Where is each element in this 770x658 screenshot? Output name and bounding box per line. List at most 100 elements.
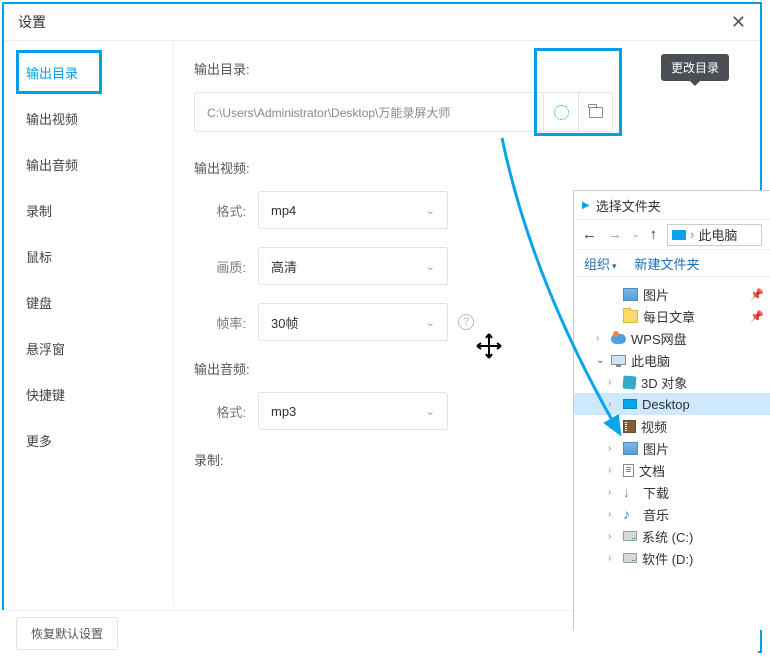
open-dir-button[interactable] <box>544 93 578 131</box>
tree-item-10[interactable]: › ♪ 音乐 <box>574 503 770 525</box>
tree-item-label: Desktop <box>642 397 690 412</box>
tree-item-5[interactable]: › Desktop <box>574 393 770 415</box>
expand-icon[interactable]: ⌄ <box>596 355 606 366</box>
tree-item-label: 文档 <box>639 461 665 480</box>
expand-icon[interactable]: › <box>608 553 618 564</box>
sidebar-item-3[interactable]: 录制 <box>4 187 173 233</box>
tree-item-label: 每日文章 <box>643 307 695 326</box>
nav-back-icon[interactable]: ← <box>582 226 597 243</box>
sidebar-item-4[interactable]: 鼠标 <box>4 233 173 279</box>
play-icon: ▶ <box>582 200 590 211</box>
sidebar-item-1[interactable]: 输出视频 <box>4 95 173 141</box>
tree-item-11[interactable]: › 系统 (C:) <box>574 525 770 547</box>
new-folder-button[interactable]: 新建文件夹 <box>635 254 700 273</box>
tree-item-label: 图片 <box>643 439 669 458</box>
sidebar-item-5[interactable]: 键盘 <box>4 279 173 325</box>
picker-title: 选择文件夹 <box>596 196 661 215</box>
pin-icon: 📌 <box>750 310 764 323</box>
expand-icon[interactable]: › <box>608 487 618 498</box>
expand-icon[interactable]: › <box>608 377 618 388</box>
ic-mus-icon: ♪ <box>623 508 638 521</box>
folder-picker-window: ▶ 选择文件夹 ← → ⌄ ↑ › 此电脑 组织▾ 新建文件夹 图片 📌 每日文章 📌… <box>573 190 770 630</box>
video-fps-select[interactable]: 30帧⌄ <box>258 303 448 341</box>
change-dir-tooltip: 更改目录 <box>661 54 729 81</box>
output-dir-input[interactable] <box>194 92 544 132</box>
address-bar[interactable]: › 此电脑 <box>667 224 762 246</box>
tree-item-3[interactable]: ⌄ 此电脑 <box>574 349 770 371</box>
pin-icon: 📌 <box>750 288 764 301</box>
nav-up-arrow-icon[interactable]: ↑ <box>650 226 658 243</box>
sidebar-item-6[interactable]: 悬浮窗 <box>4 325 173 371</box>
chevron-down-icon: ⌄ <box>426 405 435 418</box>
tree-item-9[interactable]: ›↓下载 <box>574 481 770 503</box>
tree-item-label: 3D 对象 <box>641 373 687 392</box>
folder-icon <box>589 107 603 118</box>
tree-item-7[interactable]: › 图片 <box>574 437 770 459</box>
expand-icon[interactable]: › <box>608 531 618 542</box>
video-quality-select[interactable]: 高清⌄ <box>258 247 448 285</box>
expand-icon[interactable]: › <box>596 333 606 344</box>
expand-icon[interactable]: › <box>608 399 618 410</box>
format-label: 格式: <box>194 201 246 220</box>
dotted-circle-icon <box>554 105 569 120</box>
pc-icon <box>672 230 686 240</box>
folder-tree: 图片 📌 每日文章 📌 › WPS网盘 ⌄ 此电脑 › 3D 对象 › Desktop › 视频 › 图片 › 文… <box>574 277 770 630</box>
title-bar: 设置 ✕ <box>4 4 760 40</box>
sidebar-item-2[interactable]: 输出音频 <box>4 141 173 187</box>
ic-cloud-icon <box>611 334 626 344</box>
output-video-label: 输出视频: <box>194 158 734 177</box>
video-format-select[interactable]: mp4⌄ <box>258 191 448 229</box>
organize-menu[interactable]: 组织▾ <box>584 254 617 273</box>
tree-item-6[interactable]: › 视频 <box>574 415 770 437</box>
picker-title-bar: ▶ 选择文件夹 <box>574 191 770 219</box>
ic-drv-icon <box>623 553 637 563</box>
tree-item-1[interactable]: 每日文章 📌 <box>574 305 770 327</box>
tree-item-12[interactable]: › 软件 (D:) <box>574 547 770 569</box>
quality-label: 画质: <box>194 257 246 276</box>
picker-toolbar: 组织▾ 新建文件夹 <box>574 249 770 277</box>
tree-item-8[interactable]: › 文档 <box>574 459 770 481</box>
ic-img-icon <box>623 442 638 455</box>
tree-item-label: 图片 <box>643 285 669 304</box>
sidebar-item-8[interactable]: 更多 <box>4 417 173 463</box>
sidebar: 输出目录输出视频输出音频录制鼠标键盘悬浮窗快捷键更多 <box>4 41 174 605</box>
tree-item-label: 音乐 <box>643 505 669 524</box>
audio-format-select[interactable]: mp3⌄ <box>258 392 448 430</box>
sidebar-item-0[interactable]: 输出目录 <box>4 49 173 95</box>
expand-icon[interactable]: › <box>608 421 618 432</box>
tree-item-0[interactable]: 图片 📌 <box>574 283 770 305</box>
ic-fold-icon <box>623 310 638 323</box>
ic-vid-icon <box>623 420 636 433</box>
expand-icon[interactable]: › <box>608 465 618 476</box>
tree-item-label: 下载 <box>643 483 669 502</box>
tree-item-label: 视频 <box>641 417 667 436</box>
tree-item-label: WPS网盘 <box>631 329 687 348</box>
output-dir-label: 输出目录: <box>194 59 734 78</box>
sidebar-item-7[interactable]: 快捷键 <box>4 371 173 417</box>
dialog-title: 设置 <box>18 12 46 32</box>
ic-img-icon <box>623 288 638 301</box>
reset-defaults-button[interactable]: 恢复默认设置 <box>16 617 118 650</box>
output-dir-row: 更改目录 <box>194 92 734 132</box>
expand-icon[interactable]: › <box>608 443 618 454</box>
help-icon[interactable]: ? <box>458 314 474 330</box>
change-dir-button[interactable] <box>578 93 612 131</box>
tree-item-label: 此电脑 <box>631 351 670 370</box>
tree-item-2[interactable]: › WPS网盘 <box>574 327 770 349</box>
ic-desk-icon <box>623 399 637 409</box>
chevron-down-icon: ⌄ <box>426 204 435 217</box>
nav-forward-icon[interactable]: → <box>607 226 622 243</box>
expand-icon[interactable]: › <box>608 509 618 520</box>
picker-nav-bar: ← → ⌄ ↑ › 此电脑 <box>574 219 770 249</box>
tree-item-4[interactable]: › 3D 对象 <box>574 371 770 393</box>
ic-3d-icon <box>622 375 636 389</box>
chevron-down-icon: ⌄ <box>426 260 435 273</box>
output-dir-buttons <box>544 92 613 132</box>
tree-item-label: 系统 (C:) <box>642 527 693 546</box>
nav-up-icon[interactable]: ⌄ <box>632 229 640 240</box>
ic-doc-icon <box>623 464 634 477</box>
tree-item-label: 软件 (D:) <box>642 549 693 568</box>
audio-format-label: 格式: <box>194 402 246 421</box>
close-icon[interactable]: ✕ <box>731 12 746 33</box>
ic-pc-icon <box>611 355 626 365</box>
